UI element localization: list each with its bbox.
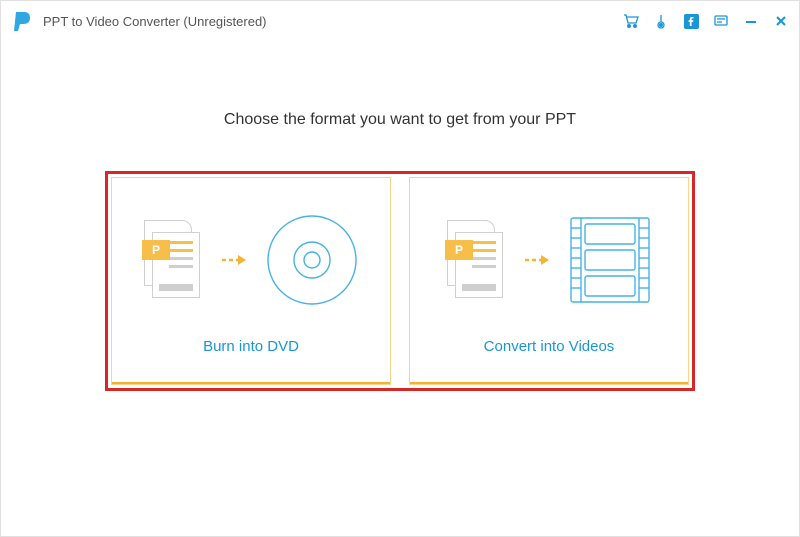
window-frame: PPT to Video Converter (Unregistered) <box>0 0 800 537</box>
app-logo-icon <box>11 9 35 33</box>
titlebar: PPT to Video Converter (Unregistered) <box>1 1 799 41</box>
facebook-icon[interactable] <box>683 13 699 29</box>
close-icon[interactable] <box>773 13 789 29</box>
option-convert-video[interactable]: P <box>409 177 689 385</box>
ppt-tag: P <box>445 240 473 260</box>
cart-icon[interactable] <box>623 13 639 29</box>
ppt-document-icon: P <box>144 220 202 300</box>
temperature-icon[interactable] <box>653 13 669 29</box>
option-video-graphic: P <box>410 206 688 314</box>
option-burn-dvd[interactable]: P <box>111 177 391 385</box>
card-underline <box>410 382 688 384</box>
dvd-disc-icon <box>266 214 358 306</box>
ppt-tag: P <box>142 240 170 260</box>
headline: Choose the format you want to get from y… <box>224 111 576 129</box>
option-dvd-graphic: P <box>112 206 390 314</box>
app-title: PPT to Video Converter (Unregistered) <box>43 14 267 29</box>
video-film-icon <box>569 214 651 306</box>
titlebar-right <box>623 13 789 29</box>
minimize-icon[interactable] <box>743 13 759 29</box>
arrow-icon <box>523 252 551 268</box>
option-dvd-label: Burn into DVD <box>203 338 299 355</box>
titlebar-left: PPT to Video Converter (Unregistered) <box>11 9 267 33</box>
card-underline <box>112 382 390 384</box>
arrow-icon <box>220 252 248 268</box>
main-content: Choose the format you want to get from y… <box>1 41 799 536</box>
ppt-document-icon: P <box>447 220 505 300</box>
menu-icon[interactable] <box>713 13 729 29</box>
option-video-label: Convert into Videos <box>484 338 615 355</box>
options-highlight: P <box>105 171 695 391</box>
